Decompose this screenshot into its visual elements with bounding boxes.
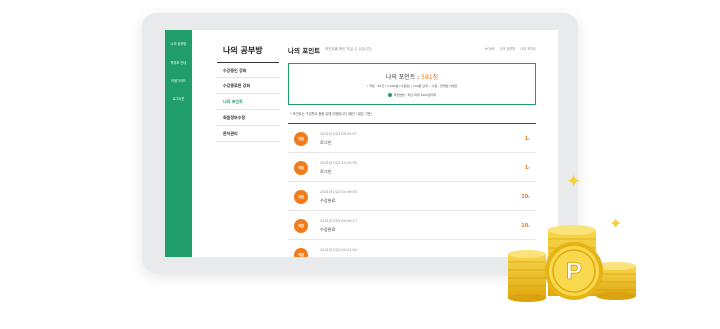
side-item-ended-courses[interactable]: 수강종료된 강좌	[217, 78, 279, 94]
gnav-item-study-room[interactable]: 나의 공부방	[165, 41, 192, 46]
row-date: 2021/07/22 04:47:04	[320, 248, 358, 252]
side-item-message-settings[interactable]: 문자관리	[217, 126, 279, 142]
status-badge: 적립	[294, 190, 308, 204]
point-notice: • 포인트는 구입학교 중점 유예 이용됩니다 (폐년 1일은 기준)	[290, 112, 372, 116]
table-row: 적립 2021/07/22 04:49:17 수강완료 10P	[288, 211, 536, 240]
row-points: 10P	[521, 194, 530, 200]
side-title: 나의 공부방	[223, 46, 263, 55]
breadcrumb-study-room[interactable]: 나의 공부방	[500, 47, 516, 51]
point-summary-label: 나의 포인트 :	[385, 74, 422, 81]
row-points: 1P	[525, 165, 530, 171]
coin-label: P	[566, 258, 582, 285]
row-points-unit: P	[528, 137, 530, 141]
point-total: 581점	[421, 74, 439, 81]
status-badge: 적립	[294, 219, 308, 233]
row-date: 2021/07/22 13:25:35	[320, 161, 358, 165]
table-row: 적립 2021/07/22 04:47:04	[288, 240, 536, 257]
row-date: 2021/07/23 09:52:07	[320, 132, 358, 136]
row-date: 2021/07/22 04:49:55	[320, 190, 358, 194]
row-date: 2021/07/22 04:49:17	[320, 219, 358, 223]
point-note-line: 적립방법 : 학년 최대 1000원까지	[289, 93, 535, 97]
breadcrumb-home[interactable]: HOME	[485, 47, 495, 51]
gnav-item-usage-guide[interactable]: 이용가이드	[165, 78, 192, 83]
side-item-edit-profile[interactable]: 회원정보수정	[217, 110, 279, 126]
point-summary-box: 나의 포인트 : 581점 • 적립 : 87건 | 2,580원 (사용일) …	[288, 63, 536, 105]
row-description: 로그인	[320, 140, 332, 145]
main-content: 나의 포인트 포인트를 확인 하실 수 있습니다. HOME 나의 공부방 나의…	[288, 30, 536, 257]
table-row: 적립 2021/07/22 04:49:55 수강완료 10P	[288, 182, 536, 211]
sparkle-icon: ✦	[566, 171, 582, 192]
gnav-item-parent-guide[interactable]: 학부모 안내	[165, 60, 192, 65]
page-title: 나의 포인트	[288, 47, 321, 55]
status-badge: 적립	[294, 248, 308, 257]
row-description: 로그인	[320, 169, 332, 174]
global-nav: 나의 공부방 학부모 안내 이용가이드 로그아웃	[165, 30, 192, 257]
row-description: 수강완료	[320, 227, 336, 232]
row-points-unit: P	[528, 166, 530, 170]
point-detail: • 적립 : 87건 | 2,580원 (사용일) | 100원 단위 • 사용…	[366, 84, 458, 88]
breadcrumb-my-points[interactable]: 나의 포인트	[520, 47, 536, 51]
table-row: 적립 2021/07/22 13:25:35 로그인 1P	[288, 153, 536, 182]
coin-stack-illustration: P	[508, 225, 636, 302]
row-points-unit: P	[528, 195, 530, 199]
table-row: 적립 2021/07/23 09:52:07 로그인 1P	[288, 124, 536, 153]
status-badge: 적립	[294, 132, 308, 146]
status-badge: 적립	[294, 161, 308, 175]
gnav-item-logout[interactable]: 로그아웃	[165, 96, 192, 101]
page-subtitle: 포인트를 확인 하실 수 있습니다.	[325, 47, 373, 51]
point-note: 적립방법 : 학년 최대 1000원까지	[393, 93, 437, 97]
side-item-current-courses[interactable]: 수강중인 강좌	[217, 62, 279, 78]
point-summary-title: 나의 포인트 : 581점	[289, 72, 535, 81]
side-menu: 수강중인 강좌 수강종료된 강좌 나의 포인트 회원정보수정 문자관리	[217, 62, 279, 142]
coin-stack-left	[508, 250, 546, 302]
breadcrumb: HOME 나의 공부방 나의 포인트	[481, 46, 536, 51]
row-description: 수강완료	[320, 198, 336, 203]
side-item-my-points[interactable]: 나의 포인트	[217, 94, 279, 110]
row-points: 1P	[525, 136, 530, 142]
check-icon	[387, 93, 392, 97]
